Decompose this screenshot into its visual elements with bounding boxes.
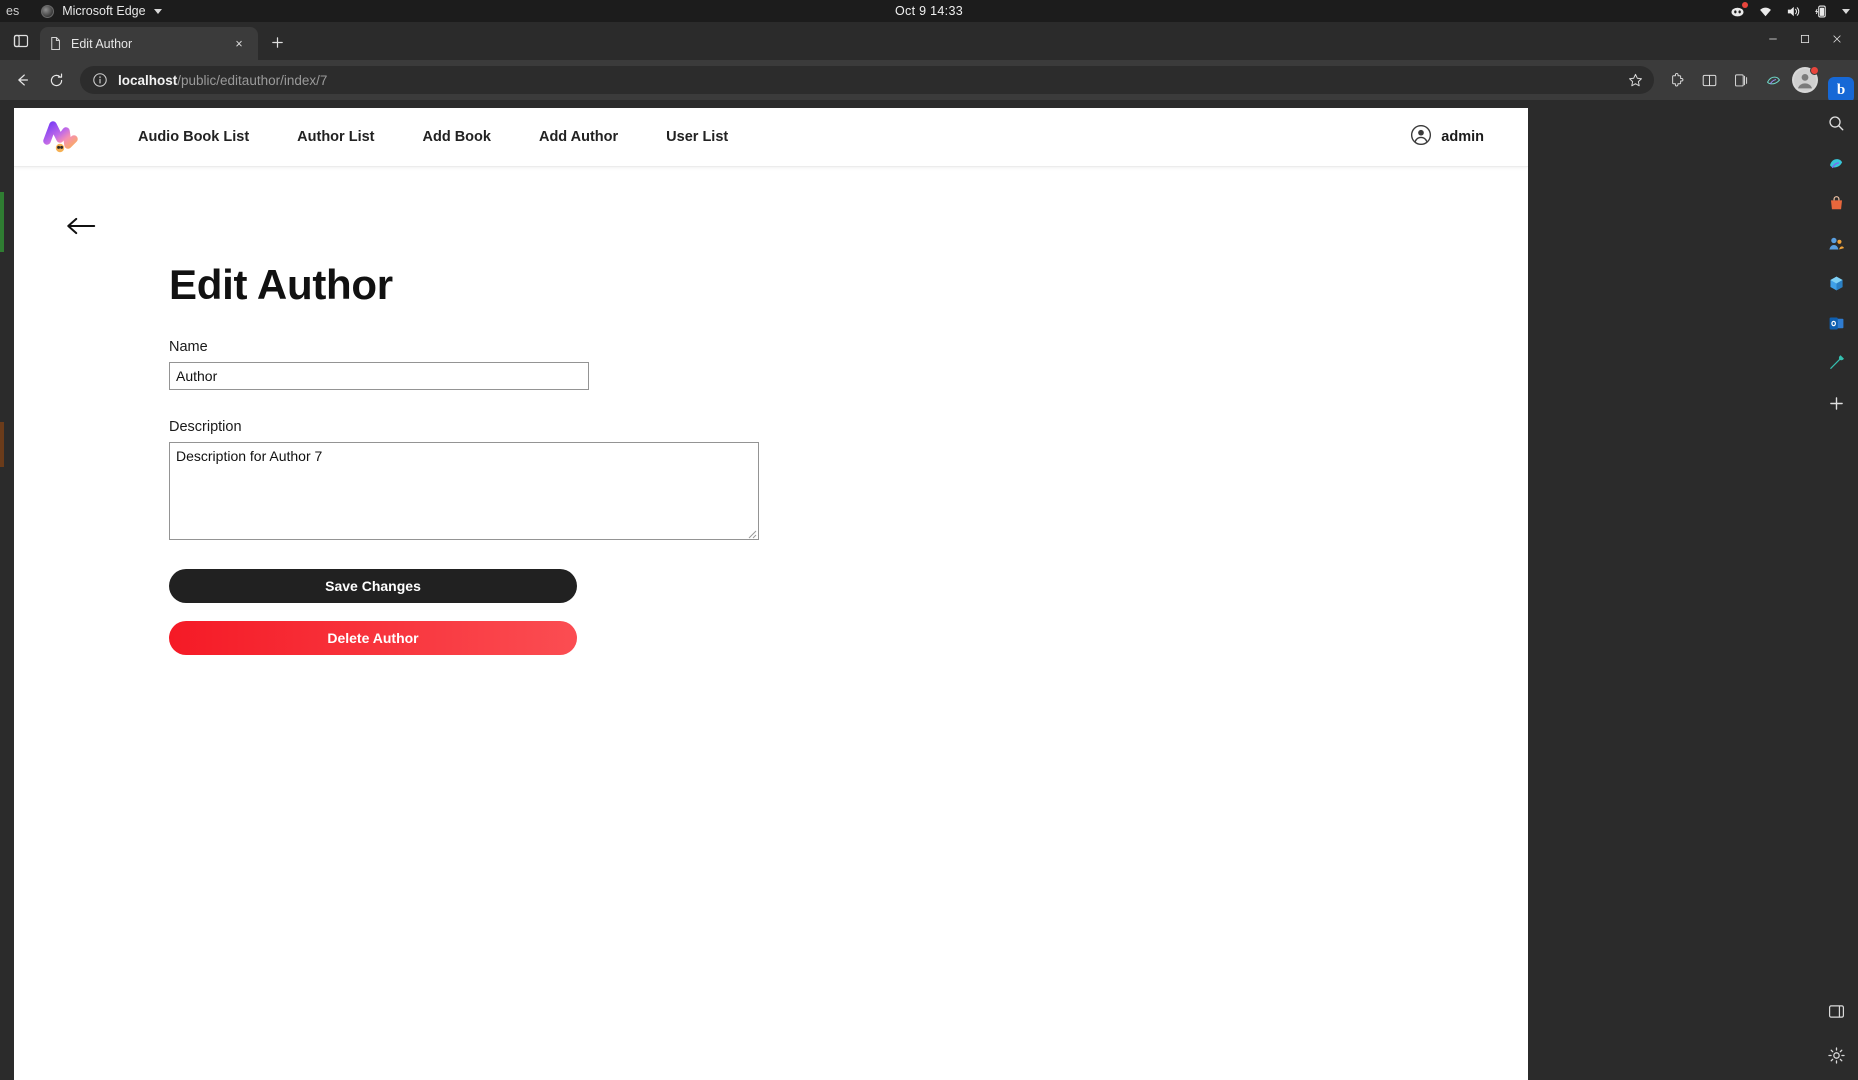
maximize-button[interactable]: [1790, 24, 1820, 54]
os-clock[interactable]: Oct 9 14:33: [895, 4, 963, 18]
os-bar-left: es Microsoft Edge: [0, 4, 162, 18]
edit-author-form: Edit Author Name Author Description Desc…: [169, 261, 1528, 655]
outlook-icon[interactable]: [1823, 310, 1849, 336]
description-textarea-value: Description for Author 7: [176, 448, 323, 464]
browser-window: Edit Author × localhost/public/editautho…: [0, 22, 1858, 1080]
settings-gear-icon[interactable]: [1823, 1042, 1849, 1068]
back-arrow-icon[interactable]: [64, 213, 98, 239]
page-viewport: Audio Book List Author List Add Book Add…: [14, 108, 1528, 1080]
delete-author-button[interactable]: Delete Author: [169, 621, 577, 655]
split-screen-icon[interactable]: [1694, 65, 1724, 95]
name-field-label: Name: [169, 339, 208, 355]
name-input[interactable]: Author: [169, 362, 589, 390]
profile-notification-badge: [1810, 66, 1819, 75]
add-sidebar-icon[interactable]: [1823, 390, 1849, 416]
wifi-icon[interactable]: [1758, 4, 1773, 19]
back-button[interactable]: [6, 64, 38, 96]
tab-strip: Edit Author ×: [0, 22, 1858, 60]
extensions-icon[interactable]: [1662, 65, 1692, 95]
browser-toolbar: localhost/public/editauthor/index/7: [0, 60, 1858, 100]
tab-actions-icon[interactable]: [6, 26, 36, 56]
chevron-down-icon[interactable]: [153, 8, 162, 14]
nav-add-book[interactable]: Add Book: [399, 129, 515, 145]
os-bar-tray: [1730, 1, 1850, 19]
nav-audio-book-list[interactable]: Audio Book List: [114, 129, 273, 145]
tools-icon[interactable]: [1823, 350, 1849, 376]
nav-add-author[interactable]: Add Author: [515, 129, 642, 145]
page-title: Edit Author: [169, 261, 393, 308]
browser-tab[interactable]: Edit Author ×: [40, 27, 258, 60]
site-navbar: Audio Book List Author List Add Book Add…: [14, 108, 1528, 167]
url-host: localhost: [118, 72, 178, 88]
shopping-bag-icon[interactable]: [1823, 190, 1849, 216]
desktop-strip-green: [0, 192, 4, 252]
games-icon[interactable]: [1823, 230, 1849, 256]
favorite-star-icon[interactable]: [1622, 67, 1648, 93]
sidebar-panel-icon[interactable]: [1823, 998, 1849, 1024]
close-icon[interactable]: ×: [228, 33, 250, 55]
search-icon[interactable]: [1823, 110, 1849, 136]
resize-handle-icon[interactable]: [745, 526, 757, 539]
battery-icon[interactable]: [1814, 4, 1829, 19]
user-circle-icon: [1410, 124, 1432, 151]
browser-essentials-icon[interactable]: [1758, 65, 1788, 95]
notification-badge: [1742, 1, 1748, 8]
os-top-bar: es Microsoft Edge Oct 9 14:33: [0, 0, 1858, 22]
description-field-label: Description: [169, 419, 242, 435]
site-info-icon[interactable]: [90, 70, 110, 90]
reload-button[interactable]: [40, 64, 72, 96]
profile-avatar-icon[interactable]: [1790, 65, 1820, 95]
edge-logo-icon: [41, 4, 55, 18]
minimize-button[interactable]: [1758, 24, 1788, 54]
user-name-label: admin: [1441, 129, 1484, 145]
description-textarea[interactable]: Description for Author 7: [169, 442, 759, 540]
url-path: /public/editauthor/index/7: [177, 72, 328, 88]
page-content: Edit Author Name Author Description Desc…: [14, 167, 1528, 655]
page-icon: [48, 36, 63, 51]
window-controls: [1758, 24, 1858, 54]
new-tab-button[interactable]: [264, 29, 290, 55]
url-text[interactable]: localhost/public/editauthor/index/7: [118, 73, 1614, 88]
tab-title: Edit Author: [71, 36, 133, 51]
bookworm-logo[interactable]: [38, 115, 82, 159]
edge-sidebar: [1814, 100, 1858, 1080]
activities-label[interactable]: es: [6, 4, 19, 18]
close-window-button[interactable]: [1822, 24, 1852, 54]
desktop-edge-strip: [0, 192, 4, 492]
site-nav-links: Audio Book List Author List Add Book Add…: [114, 129, 752, 145]
volume-icon[interactable]: [1786, 4, 1801, 19]
nav-author-list[interactable]: Author List: [273, 129, 398, 145]
field-spacer: [169, 390, 1528, 419]
discord-icon[interactable]: [1730, 1, 1748, 19]
address-bar[interactable]: localhost/public/editauthor/index/7: [80, 66, 1654, 94]
avatar[interactable]: [1792, 66, 1819, 93]
copilot-icon[interactable]: [1823, 150, 1849, 176]
save-changes-button[interactable]: Save Changes: [169, 569, 577, 603]
copilot-3d-icon[interactable]: [1823, 270, 1849, 296]
nav-user-list[interactable]: User List: [642, 129, 752, 145]
desktop-strip-brown: [0, 422, 4, 467]
user-menu[interactable]: admin: [1410, 124, 1528, 151]
active-app-name[interactable]: Microsoft Edge: [62, 4, 145, 18]
sidebar-bottom-group: [1823, 998, 1849, 1068]
system-menu-caret-icon[interactable]: [1842, 8, 1850, 14]
collections-icon[interactable]: [1726, 65, 1756, 95]
